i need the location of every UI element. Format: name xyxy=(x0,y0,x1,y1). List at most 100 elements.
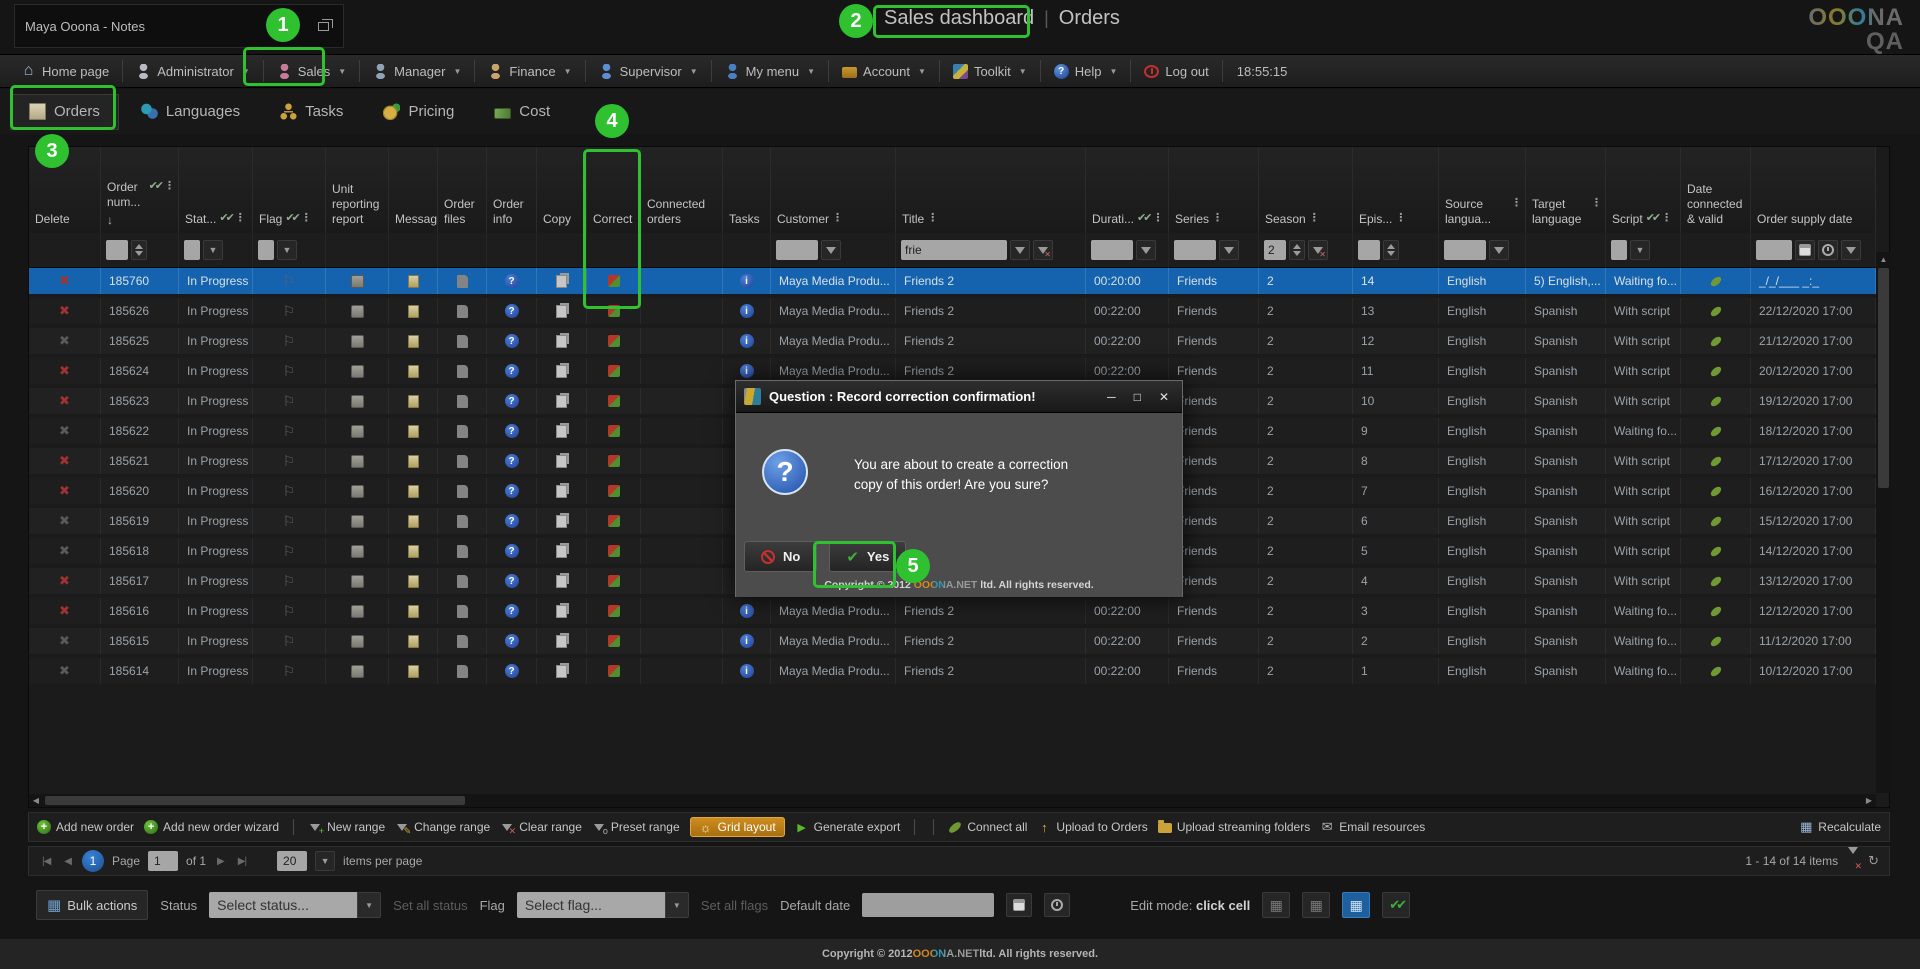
unit-report-icon[interactable] xyxy=(351,455,364,468)
order-files-icon[interactable] xyxy=(457,545,468,558)
cell-date_valid[interactable] xyxy=(1681,598,1751,624)
menu-item-help[interactable]: ?Help▼ xyxy=(1041,54,1131,88)
cell-delete[interactable]: ✖ xyxy=(29,538,101,564)
column-header-order[interactable]: Order num...✔✔⋮↓ xyxy=(101,147,179,233)
filter-dropdown-status[interactable]: ▼ xyxy=(203,240,223,260)
tab-tasks[interactable]: Tasks xyxy=(262,94,361,130)
previous-page-button[interactable]: ◀ xyxy=(61,856,74,867)
unit-report-icon[interactable] xyxy=(351,395,364,408)
order-files-icon[interactable] xyxy=(457,515,468,528)
unit-report-icon[interactable] xyxy=(351,275,364,288)
copy-icon[interactable] xyxy=(556,605,567,618)
menu-item-log-out[interactable]: Log out xyxy=(1131,54,1221,88)
column-menu-icon[interactable]: ⋮ xyxy=(1152,212,1163,224)
cell-tasks[interactable]: i xyxy=(723,628,771,654)
tasks-info-icon[interactable]: i xyxy=(740,604,754,618)
cell-messages[interactable] xyxy=(389,388,438,414)
status-select-value[interactable]: Select status... xyxy=(209,892,357,918)
current-page-badge[interactable]: 1 xyxy=(82,850,104,872)
scroll-right-icon[interactable]: ▶ xyxy=(1862,796,1876,805)
column-menu-icon[interactable]: ⋮ xyxy=(832,212,843,224)
copy-icon[interactable] xyxy=(556,395,567,408)
apply-all-button[interactable]: ✔✔ xyxy=(1382,892,1410,918)
copy-icon[interactable] xyxy=(556,425,567,438)
flag-icon[interactable]: ⚐ xyxy=(283,543,296,560)
cell-unit_report[interactable] xyxy=(326,478,389,504)
order-info-icon[interactable]: ? xyxy=(505,664,519,678)
cell-date_valid[interactable] xyxy=(1681,658,1751,684)
menu-item-supervisor[interactable]: Supervisor▼ xyxy=(586,54,711,88)
flag-icon[interactable]: ⚐ xyxy=(283,483,296,500)
correct-icon[interactable] xyxy=(608,575,620,587)
menu-item-manager[interactable]: Manager▼ xyxy=(360,54,474,88)
filter-input-order[interactable] xyxy=(106,240,128,260)
filter-funnel-duration[interactable] xyxy=(1136,240,1156,260)
column-header-target_lang[interactable]: Target language⋮ xyxy=(1526,147,1606,233)
order-files-icon[interactable] xyxy=(457,425,468,438)
filter-input-status[interactable] xyxy=(184,240,200,260)
add-new-order-button[interactable]: +Add new order xyxy=(37,820,134,834)
tasks-info-icon[interactable]: i xyxy=(740,364,754,378)
filter-funnel-source_lang[interactable] xyxy=(1489,240,1509,260)
filter-input-season[interactable]: 2 xyxy=(1264,240,1286,260)
unit-report-icon[interactable] xyxy=(351,485,364,498)
filter-clock-icon[interactable] xyxy=(1818,240,1838,260)
close-icon[interactable]: ✕ xyxy=(1154,390,1174,404)
order-files-icon[interactable] xyxy=(457,635,468,648)
tasks-info-icon[interactable]: i xyxy=(740,304,754,318)
table-row[interactable]: ✖185626In Progress⚐?iMaya Media Produ...… xyxy=(29,298,1876,324)
cell-order_info[interactable]: ? xyxy=(487,388,537,414)
cell-flag[interactable]: ⚐ xyxy=(253,598,326,624)
cell-correct[interactable] xyxy=(587,358,641,384)
cell-order_info[interactable]: ? xyxy=(487,568,537,594)
cell-copy[interactable] xyxy=(537,598,587,624)
correct-icon[interactable] xyxy=(608,335,620,347)
tasks-info-icon[interactable]: i xyxy=(740,334,754,348)
new-range-button[interactable]: +New range xyxy=(308,820,385,834)
cell-delete[interactable]: ✖ xyxy=(29,418,101,444)
tab-cost[interactable]: Cost xyxy=(476,94,568,130)
cell-messages[interactable] xyxy=(389,448,438,474)
cell-date_valid[interactable] xyxy=(1681,418,1751,444)
unit-report-icon[interactable] xyxy=(351,515,364,528)
table-row[interactable]: ✖185760In Progress⚐?iMaya Media Produ...… xyxy=(29,268,1876,294)
cell-copy[interactable] xyxy=(537,268,587,294)
cell-messages[interactable] xyxy=(389,478,438,504)
cell-order_info[interactable]: ? xyxy=(487,598,537,624)
cell-date_valid[interactable] xyxy=(1681,508,1751,534)
cell-unit_report[interactable] xyxy=(326,508,389,534)
delete-icon[interactable]: ✖ xyxy=(59,633,70,649)
filter-dropdown-script[interactable]: ▼ xyxy=(1630,240,1650,260)
correct-icon[interactable] xyxy=(608,515,620,527)
filter-funnel-customer[interactable] xyxy=(821,240,841,260)
order-info-icon[interactable]: ? xyxy=(505,424,519,438)
cell-correct[interactable] xyxy=(587,448,641,474)
scroll-left-icon[interactable]: ◀ xyxy=(29,796,43,805)
copy-icon[interactable] xyxy=(556,515,567,528)
cell-date_valid[interactable] xyxy=(1681,358,1751,384)
cell-unit_report[interactable] xyxy=(326,658,389,684)
last-page-button[interactable]: ▶| xyxy=(235,856,249,867)
correct-icon[interactable] xyxy=(608,395,620,407)
cell-order_info[interactable]: ? xyxy=(487,508,537,534)
column-header-script[interactable]: Script✔✔⋮ xyxy=(1606,147,1681,233)
cell-copy[interactable] xyxy=(537,508,587,534)
delete-icon[interactable]: ✖ xyxy=(59,393,70,409)
cell-delete[interactable]: ✖ xyxy=(29,658,101,684)
cell-date_valid[interactable] xyxy=(1681,388,1751,414)
tasks-info-icon[interactable]: i xyxy=(740,274,754,288)
filter-input-series[interactable] xyxy=(1174,240,1216,260)
flag-select[interactable]: Select flag... ▼ xyxy=(517,892,689,918)
filter-input-episode[interactable] xyxy=(1358,240,1380,260)
column-header-date_valid[interactable]: Date connected & valid xyxy=(1681,147,1751,233)
order-info-icon[interactable]: ? xyxy=(505,514,519,528)
cell-order_files[interactable] xyxy=(438,628,487,654)
column-header-order_info[interactable]: Order info xyxy=(487,147,537,233)
cell-copy[interactable] xyxy=(537,478,587,504)
restore-window-icon[interactable] xyxy=(318,22,329,31)
cell-flag[interactable]: ⚐ xyxy=(253,298,326,324)
clear-range-button[interactable]: ✕Clear range xyxy=(500,820,582,834)
cell-date_valid[interactable] xyxy=(1681,268,1751,294)
column-menu-icon[interactable]: ⋮ xyxy=(1395,212,1406,224)
order-info-icon[interactable]: ? xyxy=(505,484,519,498)
